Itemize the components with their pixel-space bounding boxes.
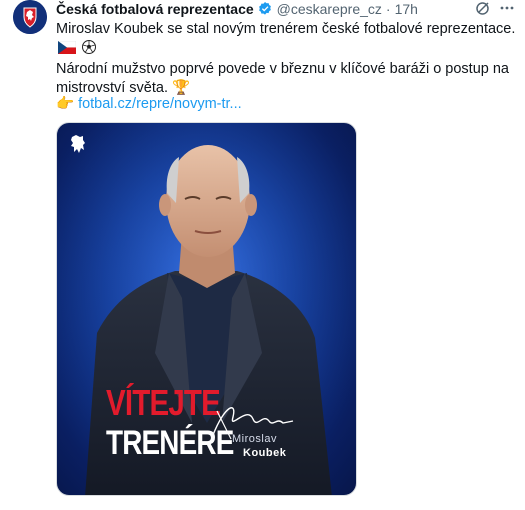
czech-flag-icon bbox=[57, 40, 77, 60]
link-line: 👉 fotbal.cz/repre/novym-tr... bbox=[56, 95, 242, 114]
headline-welcome: VÍTEJTE bbox=[106, 382, 221, 423]
grok-icon[interactable] bbox=[475, 0, 491, 19]
tweet-text: Miroslav Koubek se stal novým trenérem č… bbox=[56, 20, 521, 98]
tweet-text-line: mistrovství světa. bbox=[56, 80, 168, 96]
soccer-ball-icon bbox=[82, 40, 97, 60]
avatar[interactable] bbox=[13, 0, 47, 34]
lion-crest-icon bbox=[71, 135, 85, 153]
coach-last-name: Koubek bbox=[243, 447, 287, 459]
author-name[interactable]: Česká fotbalová reprezentace bbox=[56, 1, 254, 17]
verified-badge-icon bbox=[257, 1, 273, 17]
tweet-text-line: Národní mužstvo poprvé povede v březnu v… bbox=[56, 61, 509, 77]
separator-dot: · bbox=[385, 1, 391, 17]
lion-crest-icon bbox=[13, 0, 47, 34]
tweet-time[interactable]: 17h bbox=[395, 1, 418, 17]
pointing-hand-icon: 👉 bbox=[56, 96, 75, 112]
author-handle[interactable]: @ceskarepre_cz bbox=[277, 1, 382, 17]
more-icon[interactable] bbox=[499, 0, 515, 19]
coach-first-name: Miroslav bbox=[232, 433, 277, 445]
media-image[interactable]: VÍTEJTE TRENÉRE Miroslav Koubek bbox=[56, 122, 357, 496]
article-link[interactable]: fotbal.cz/repre/novym-tr... bbox=[78, 95, 242, 114]
tweet-text-line: Miroslav Koubek se stal novým trenérem č… bbox=[56, 21, 516, 37]
tweet-header: Česká fotbalová reprezentace @ceskarepre… bbox=[56, 0, 519, 18]
trophy-icon: 🏆 bbox=[172, 80, 191, 96]
